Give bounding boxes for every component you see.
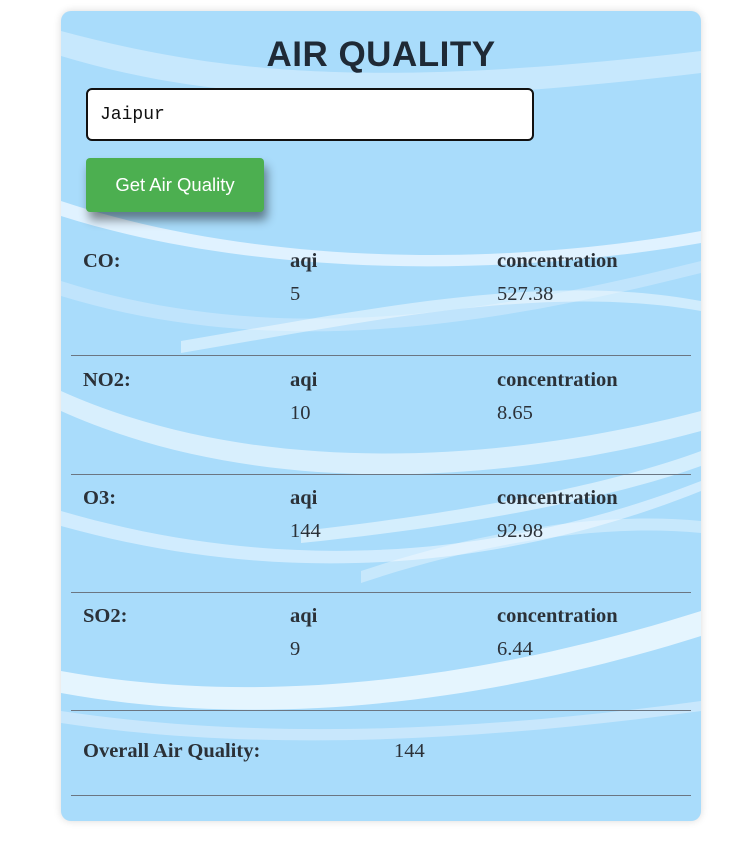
air-quality-card: AIR QUALITY Get Air Quality CO: aqi 5 co… bbox=[61, 11, 701, 821]
get-air-quality-button[interactable]: Get Air Quality bbox=[86, 158, 264, 212]
overall-label: Overall Air Quality: bbox=[83, 740, 261, 762]
pollutant-row-co: CO: aqi 5 concentration 527.38 bbox=[71, 237, 691, 356]
concentration-header: concentration bbox=[497, 487, 618, 509]
card-content: AIR QUALITY Get Air Quality CO: aqi 5 co… bbox=[61, 11, 701, 821]
pollutant-row-so2: SO2: aqi 9 concentration 6.44 bbox=[71, 592, 691, 711]
page-title: AIR QUALITY bbox=[266, 35, 496, 74]
aqi-header: aqi bbox=[290, 605, 318, 627]
pollutant-row-no2: NO2: aqi 10 concentration 8.65 bbox=[71, 356, 691, 475]
concentration-value: 6.44 bbox=[497, 638, 533, 660]
concentration-value: 8.65 bbox=[497, 402, 533, 424]
city-search-input[interactable] bbox=[86, 88, 534, 141]
aqi-value: 9 bbox=[290, 638, 301, 660]
aqi-header: aqi bbox=[290, 250, 318, 272]
aqi-header: aqi bbox=[290, 369, 318, 391]
concentration-header: concentration bbox=[497, 369, 618, 391]
aqi-header: aqi bbox=[290, 487, 318, 509]
aqi-value: 5 bbox=[290, 283, 301, 305]
concentration-header: concentration bbox=[497, 605, 618, 627]
aqi-value: 144 bbox=[290, 520, 321, 542]
overall-air-quality: Overall Air Quality: 144 bbox=[71, 711, 691, 796]
concentration-header: concentration bbox=[497, 250, 618, 272]
concentration-value: 92.98 bbox=[497, 520, 544, 542]
overall-value: 144 bbox=[394, 740, 425, 762]
pollutant-name: CO: bbox=[83, 250, 121, 272]
concentration-value: 527.38 bbox=[497, 283, 554, 305]
pollutant-name: O3: bbox=[83, 487, 117, 509]
aqi-value: 10 bbox=[290, 402, 311, 424]
pollutant-name: SO2: bbox=[83, 605, 128, 627]
pollutant-row-o3: O3: aqi 144 concentration 92.98 bbox=[71, 474, 691, 593]
pollutant-name: NO2: bbox=[83, 369, 131, 391]
